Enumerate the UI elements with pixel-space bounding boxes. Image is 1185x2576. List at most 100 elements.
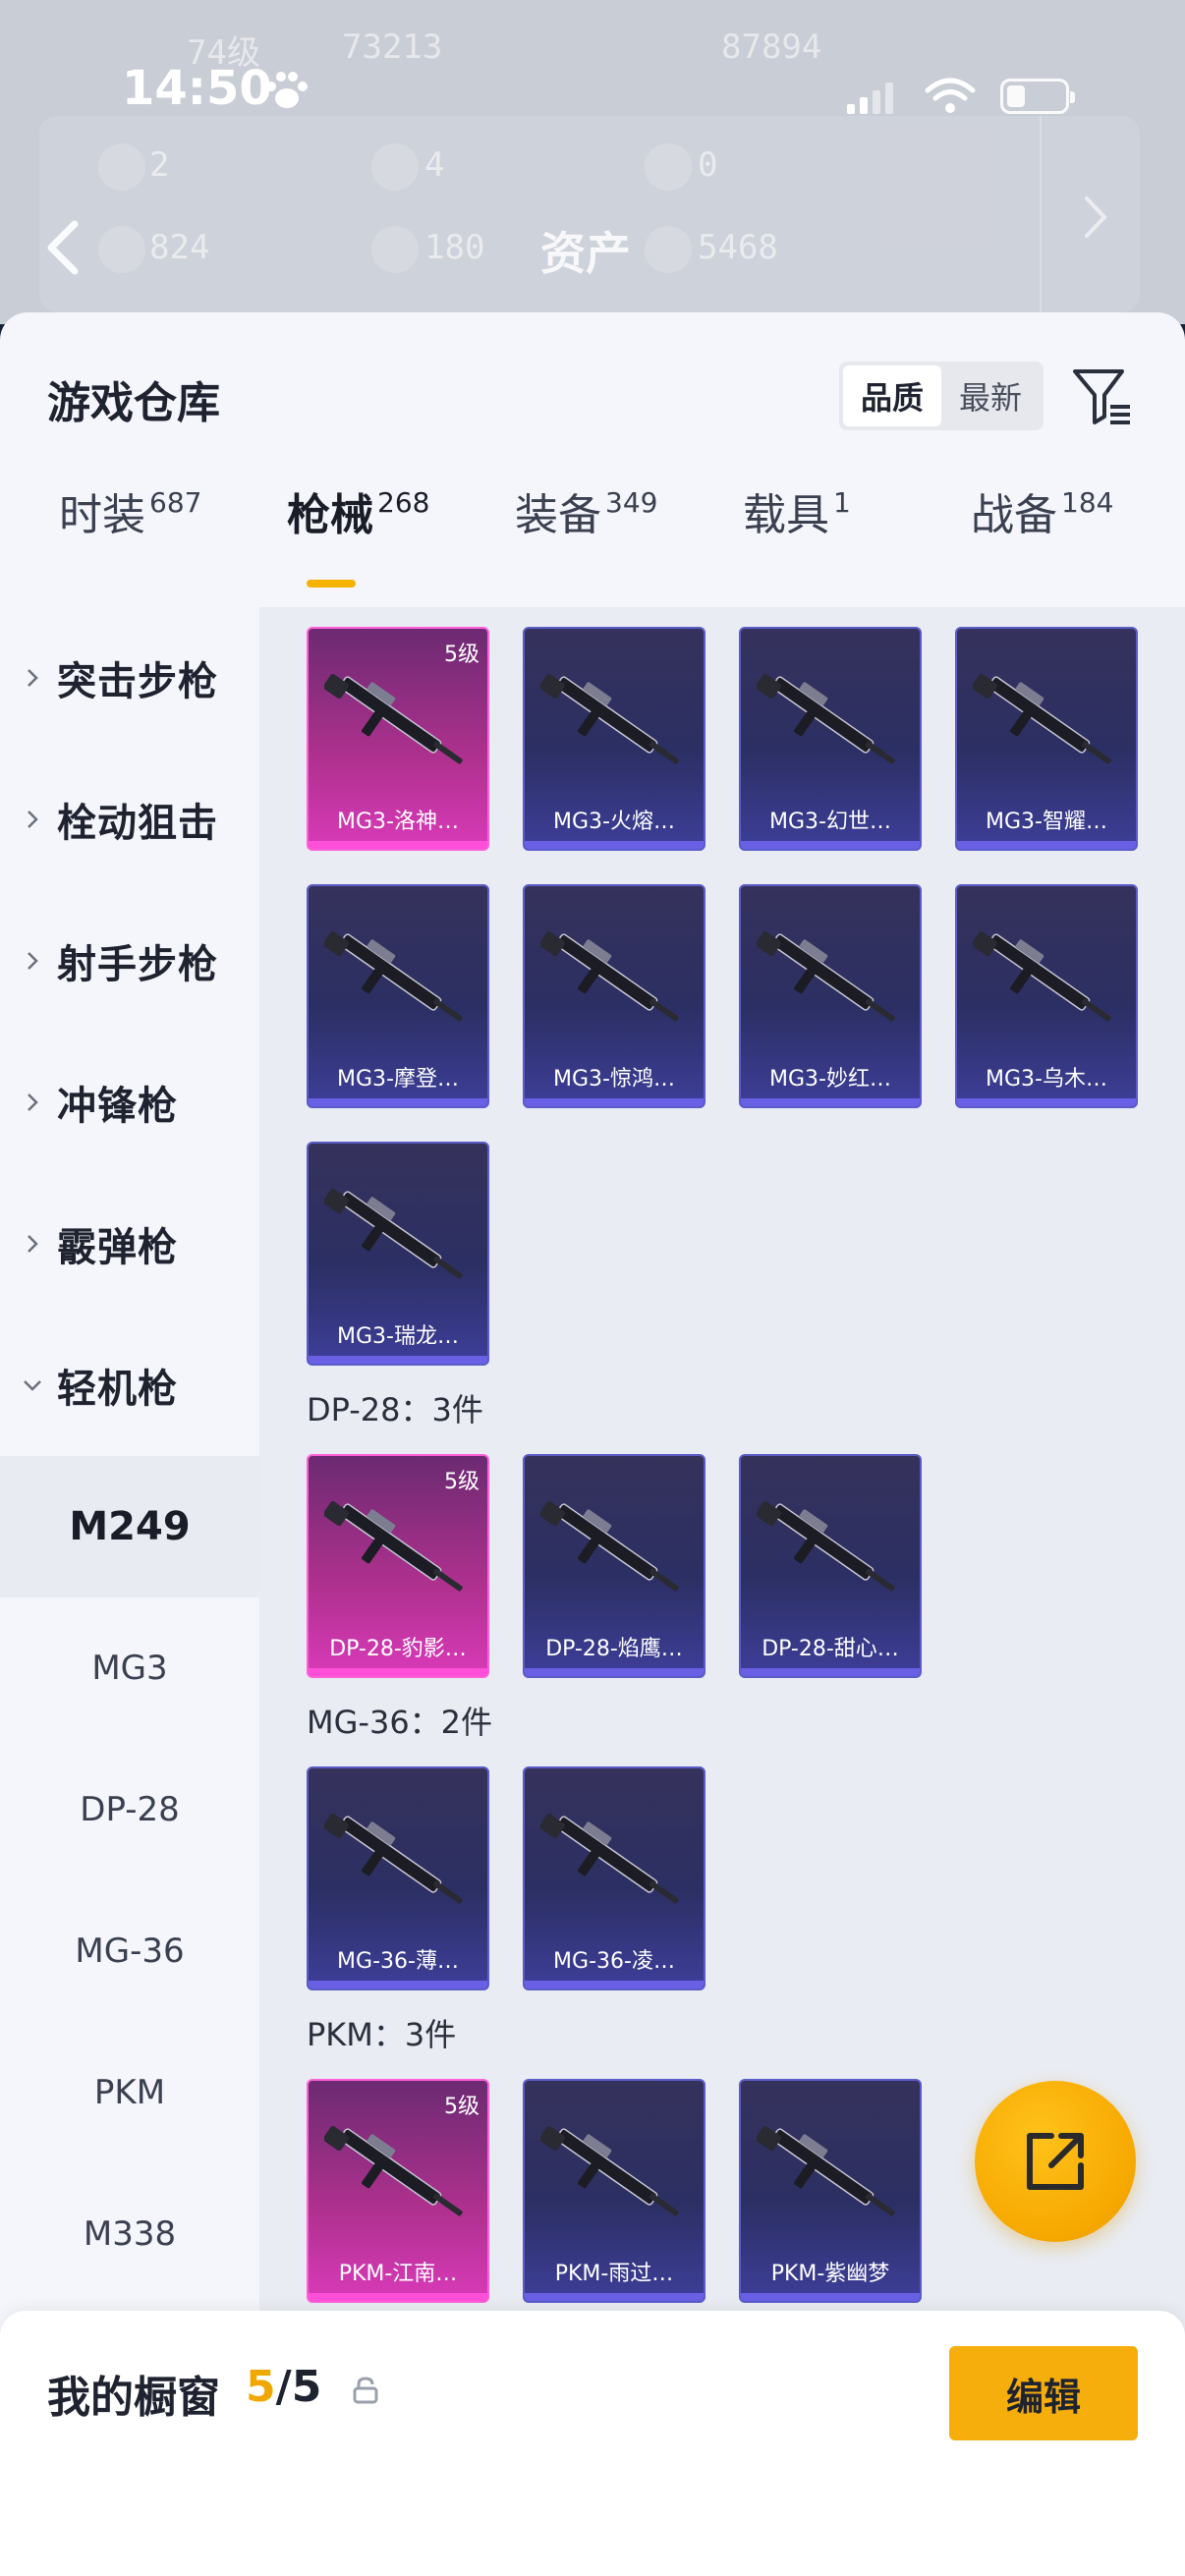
tab-label: 枪械 bbox=[287, 490, 373, 540]
sidebar-sub-mg3[interactable]: MG3 bbox=[0, 1597, 259, 1739]
sidebar-item-assault-rifle[interactable]: 突击步枪 bbox=[0, 607, 259, 749]
lock-icon bbox=[353, 2377, 378, 2404]
weapon-card[interactable]: DP-28-焰鹰… bbox=[523, 1454, 705, 1678]
showcase-separator: / bbox=[275, 2362, 292, 2412]
weapon-card[interactable]: DP-28-甜心… bbox=[739, 1454, 922, 1678]
sort-toggle: 品质 最新 bbox=[839, 362, 1044, 430]
chevron-down-icon bbox=[24, 1380, 41, 1391]
wifi-icon bbox=[925, 78, 976, 113]
showcase-current: 5 bbox=[246, 2362, 276, 2412]
sort-quality-option[interactable]: 品质 bbox=[843, 365, 941, 426]
tab-equipment[interactable]: 装备 349 bbox=[515, 479, 657, 578]
weapon-card[interactable]: MG3-幻世… bbox=[739, 627, 922, 851]
filter-icon[interactable] bbox=[1071, 364, 1134, 428]
background-stat-icon bbox=[98, 143, 145, 191]
sidebar-sub-m338[interactable]: M338 bbox=[0, 2163, 259, 2305]
background-stats-panel bbox=[39, 116, 1140, 312]
gun-icon bbox=[757, 674, 895, 764]
weapon-card[interactable]: MG3-瑞龙… bbox=[307, 1142, 489, 1366]
weapon-name: MG3-乌木… bbox=[986, 1067, 1107, 1092]
sidebar-sub-pkm[interactable]: PKM bbox=[0, 2022, 259, 2163]
weapon-card[interactable]: PKM-雨过… bbox=[523, 2079, 705, 2303]
weapon-card[interactable]: PKM-紫幽梦 bbox=[739, 2079, 922, 2303]
gun-icon bbox=[324, 1814, 463, 1904]
weapon-card[interactable]: MG3-火熔… bbox=[523, 627, 705, 851]
background-stat-icon bbox=[645, 226, 692, 273]
background-stat-icon bbox=[371, 143, 419, 191]
weapon-card[interactable]: 5级 MG3-洛神… bbox=[307, 627, 489, 851]
tab-count: 1 bbox=[833, 486, 851, 519]
showcase-max: 5 bbox=[291, 2362, 322, 2412]
rarity-bar bbox=[525, 1981, 704, 1988]
gun-icon bbox=[757, 1501, 895, 1592]
weapon-name: MG3-瑞龙… bbox=[337, 1324, 459, 1349]
weapon-card[interactable]: 5级 DP-28-豹影… bbox=[307, 1454, 489, 1678]
rarity-bar bbox=[309, 841, 487, 849]
weapon-card[interactable]: MG3-摩登… bbox=[307, 884, 489, 1108]
gun-icon bbox=[324, 2126, 463, 2216]
sidebar-sub-dp28[interactable]: DP-28 bbox=[0, 1739, 259, 1880]
tab-count: 349 bbox=[605, 486, 658, 519]
background-divider bbox=[1040, 116, 1042, 312]
weapon-name: MG-36-薄… bbox=[337, 1949, 459, 1974]
tab-count: 268 bbox=[377, 486, 430, 519]
sidebar-item-smg[interactable]: 冲锋枪 bbox=[0, 1032, 259, 1173]
tab-fashion[interactable]: 时装 687 bbox=[59, 479, 201, 578]
warehouse-sheet: 游戏仓库 品质 最新 时装 687 枪械 268 装备 349 载具 1 战备 184 突 bbox=[0, 312, 1185, 2576]
rarity-bar bbox=[309, 1668, 487, 1676]
sort-newest-option[interactable]: 最新 bbox=[941, 365, 1040, 426]
chevron-right-icon bbox=[28, 811, 38, 828]
rarity-bar bbox=[741, 1668, 920, 1676]
tab-supplies[interactable]: 战备 184 bbox=[971, 479, 1113, 578]
weapon-card[interactable]: MG3-智耀… bbox=[955, 627, 1138, 851]
tab-label: 载具 bbox=[743, 490, 829, 540]
background-stat-6: 5468 bbox=[698, 228, 778, 267]
sheet-title: 游戏仓库 bbox=[47, 378, 220, 428]
level-badge: 5级 bbox=[444, 643, 480, 667]
gun-icon bbox=[324, 1189, 463, 1279]
weapon-card[interactable]: MG-36-凌… bbox=[523, 1766, 705, 1990]
sidebar-item-lmg[interactable]: 轻机枪 bbox=[0, 1315, 259, 1456]
background-score: 87894 bbox=[721, 28, 822, 67]
background-stat-2: 4 bbox=[424, 145, 445, 185]
weapon-card[interactable]: MG3-妙红… bbox=[739, 884, 922, 1108]
gun-icon bbox=[973, 931, 1111, 1022]
sidebar-item-marksman-rifle[interactable]: 射手步枪 bbox=[0, 890, 259, 1032]
weapon-card[interactable]: MG3-乌木… bbox=[955, 884, 1138, 1108]
weapon-name: DP-28-豹影… bbox=[329, 1637, 467, 1661]
gun-icon bbox=[540, 931, 679, 1022]
gun-icon bbox=[973, 674, 1111, 764]
sidebar-item-bolt-sniper[interactable]: 栓动狙击 bbox=[0, 749, 259, 890]
gun-icon bbox=[540, 1814, 679, 1904]
gun-icon bbox=[324, 1501, 463, 1592]
share-icon bbox=[1027, 2133, 1084, 2190]
sidebar-sub-m249[interactable]: M249 bbox=[0, 1456, 259, 1597]
tab-firearms[interactable]: 枪械 268 bbox=[287, 479, 429, 578]
rarity-bar bbox=[309, 1356, 487, 1364]
share-button[interactable] bbox=[975, 2081, 1136, 2242]
level-badge: 5级 bbox=[444, 1470, 480, 1494]
rarity-bar bbox=[957, 1098, 1136, 1106]
weapon-card[interactable]: MG-36-薄… bbox=[307, 1766, 489, 1990]
sidebar-sub-mg36[interactable]: MG-36 bbox=[0, 1880, 259, 2022]
sidebar-item-shotgun[interactable]: 霰弹枪 bbox=[0, 1173, 259, 1315]
signal-icon bbox=[847, 83, 893, 114]
chevron-right-icon bbox=[28, 1093, 38, 1111]
weapon-name: MG3-惊鸿… bbox=[553, 1067, 675, 1092]
background-header: 74级 73213 87894 2 4 0 824 180 5468 资产 bbox=[0, 0, 1185, 324]
chevron-right-icon bbox=[28, 1235, 38, 1253]
tab-vehicles[interactable]: 载具 1 bbox=[743, 479, 851, 578]
tab-label: 时装 bbox=[59, 490, 145, 540]
weapon-name: PKM-江南… bbox=[338, 2262, 458, 2286]
edit-button[interactable]: 编辑 bbox=[949, 2346, 1138, 2440]
back-arrow-icon[interactable] bbox=[43, 218, 83, 277]
weapon-card[interactable]: 5级 PKM-江南… bbox=[307, 2079, 489, 2303]
rarity-bar bbox=[309, 1981, 487, 1988]
weapon-card[interactable]: MG3-惊鸿… bbox=[523, 884, 705, 1108]
background-views: 73213 bbox=[342, 28, 443, 67]
sidebar-item-label: 突击步枪 bbox=[57, 659, 218, 704]
rarity-bar bbox=[525, 1668, 704, 1676]
sidebar-item-label: 轻机枪 bbox=[57, 1367, 178, 1412]
sidebar-item-label: 射手步枪 bbox=[57, 942, 218, 987]
level-badge: 5级 bbox=[444, 2095, 480, 2119]
